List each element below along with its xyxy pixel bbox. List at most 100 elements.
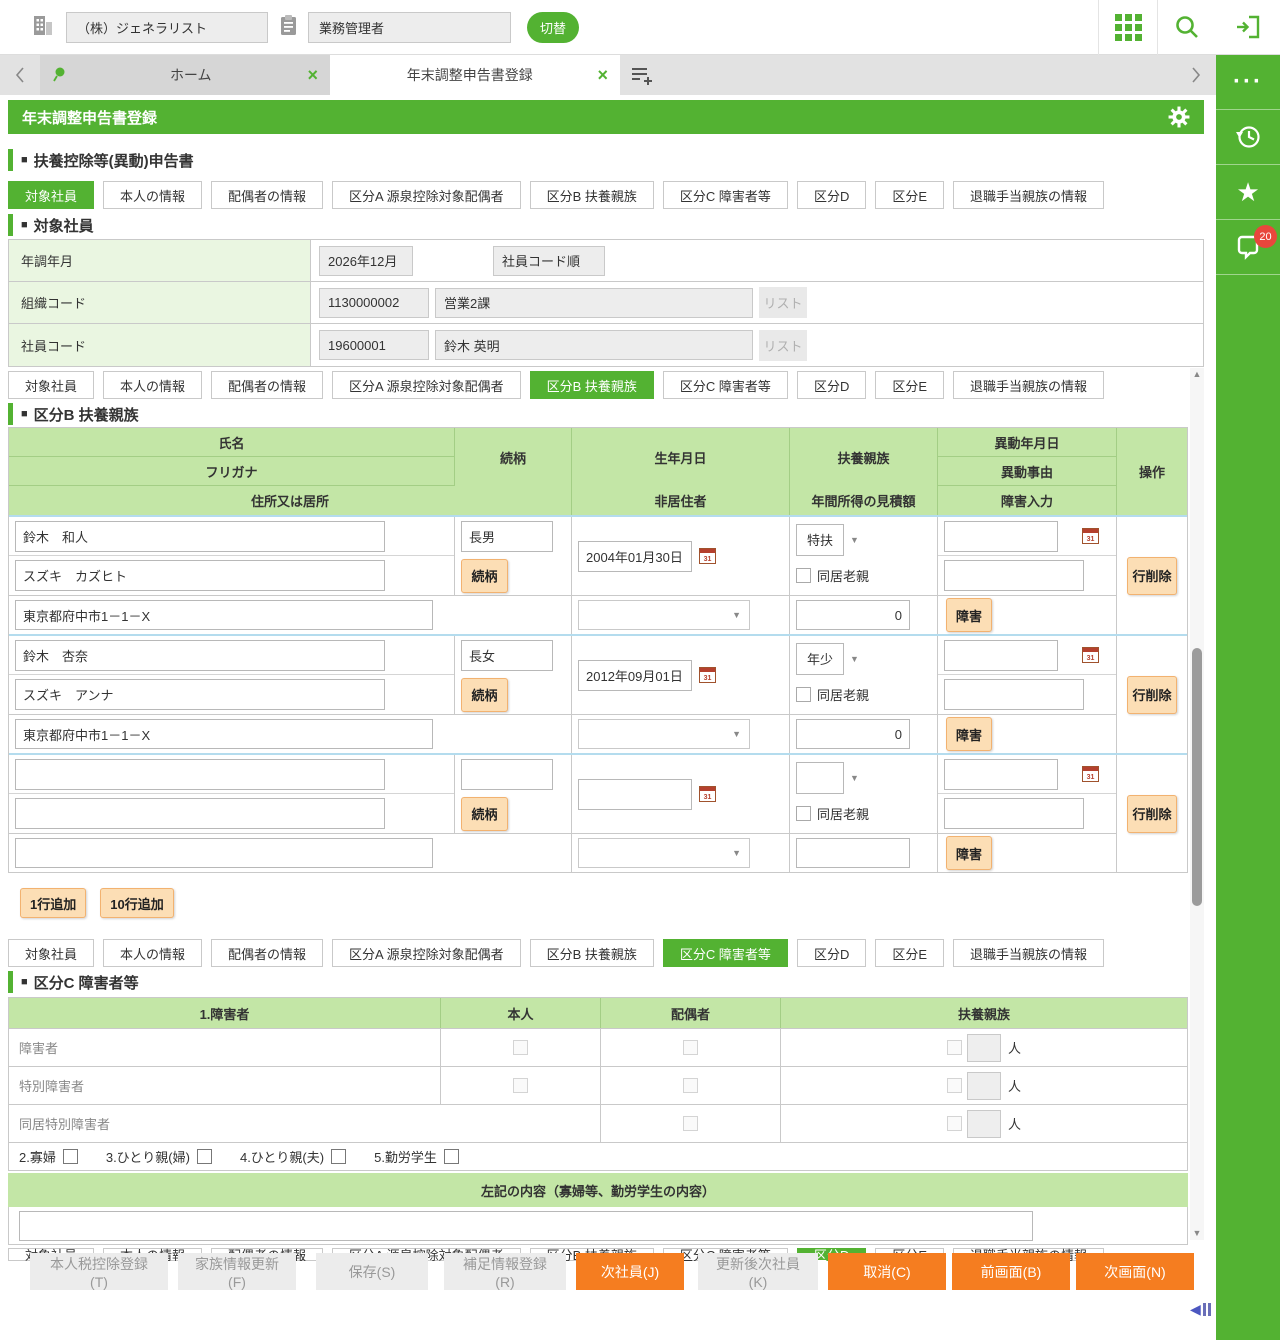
tab-nenmatsu[interactable]: 年末調整申告書登録 × bbox=[330, 55, 620, 95]
dependent-name-input[interactable] bbox=[15, 520, 385, 552]
calendar-icon[interactable] bbox=[699, 667, 716, 683]
birth-date-input[interactable] bbox=[578, 778, 692, 810]
spouse-special-disabled-checkbox[interactable] bbox=[683, 1078, 698, 1093]
birth-date-input[interactable] bbox=[578, 659, 692, 691]
org-code-input[interactable] bbox=[319, 287, 429, 318]
tab-kubun-b[interactable]: 区分B 扶養親族 bbox=[529, 371, 654, 399]
tab-honnin-joho[interactable]: 本人の情報 bbox=[103, 371, 203, 399]
tab-kubun-a[interactable]: 区分A 源泉控除対象配偶者 bbox=[332, 371, 521, 399]
tab-kubun-d[interactable]: 区分D bbox=[796, 371, 867, 399]
tab-kubun-e[interactable]: 区分E bbox=[875, 181, 944, 209]
tab-honnin-joho[interactable]: 本人の情報 bbox=[103, 939, 203, 967]
cohabit-elder-checkbox[interactable] bbox=[796, 687, 811, 702]
company-input[interactable] bbox=[66, 11, 268, 43]
content-scrollbar[interactable]: ▲ ▼ bbox=[1190, 368, 1204, 1240]
single-parent-m-checkbox[interactable] bbox=[331, 1149, 347, 1164]
scrollbar-thumb[interactable] bbox=[1192, 648, 1202, 906]
birth-date-input[interactable] bbox=[578, 540, 692, 572]
logout-icon[interactable] bbox=[1216, 0, 1280, 55]
add-ten-rows-button[interactable]: 10行追加 bbox=[100, 888, 174, 918]
year-month-input[interactable] bbox=[319, 245, 413, 276]
collapse-panel-icon[interactable]: ◀ bbox=[1190, 1302, 1211, 1316]
tab-taishoku[interactable]: 退職手当親族の情報 bbox=[953, 939, 1105, 967]
tab-kubun-c[interactable]: 区分C 障害者等 bbox=[662, 181, 788, 209]
family-info-update-button[interactable]: 家族情報更新(F) bbox=[178, 1253, 296, 1290]
income-input[interactable] bbox=[796, 838, 910, 868]
dependent-kana-input[interactable] bbox=[15, 798, 385, 829]
dependent-kana-input[interactable] bbox=[15, 679, 385, 710]
supplementary-info-button[interactable]: 補足情報登録(R) bbox=[444, 1253, 566, 1290]
cohabit-elder-checkbox[interactable] bbox=[796, 806, 811, 821]
switch-button[interactable]: 切替 bbox=[527, 11, 579, 43]
org-list-button[interactable]: リスト bbox=[759, 287, 807, 318]
scroll-down-icon[interactable]: ▼ bbox=[1190, 1227, 1204, 1240]
tab-honnin-joho[interactable]: 本人の情報 bbox=[103, 181, 203, 209]
relation-input[interactable] bbox=[461, 521, 553, 552]
tab-haigusha-joho[interactable]: 配偶者の情報 bbox=[211, 939, 324, 967]
notifications-button[interactable]: 20 bbox=[1216, 220, 1280, 275]
calendar-icon[interactable] bbox=[699, 786, 716, 802]
nonresident-select[interactable]: ▼ bbox=[578, 719, 750, 749]
search-icon[interactable] bbox=[1158, 7, 1216, 47]
more-menu-button[interactable]: ··· bbox=[1216, 55, 1280, 110]
tab-kubun-e[interactable]: 区分E bbox=[875, 939, 944, 967]
relation-picker-button[interactable]: 続柄 bbox=[461, 558, 508, 593]
settings-gear-icon[interactable] bbox=[1168, 106, 1190, 128]
change-reason-input[interactable] bbox=[944, 679, 1084, 710]
address-input[interactable] bbox=[15, 600, 433, 630]
role-input[interactable] bbox=[308, 11, 511, 43]
tab-kubun-a[interactable]: 区分A 源泉控除対象配偶者 bbox=[332, 939, 521, 967]
dependent-special-disabled-checkbox[interactable] bbox=[946, 1078, 962, 1093]
cohabit-elder-checkbox[interactable] bbox=[796, 568, 811, 583]
next-employee-button[interactable]: 次社員(J) bbox=[576, 1253, 684, 1290]
tab-kubun-b[interactable]: 区分B 扶養親族 bbox=[529, 181, 654, 209]
calendar-icon[interactable] bbox=[699, 548, 716, 564]
next-screen-button[interactable]: 次画面(N) bbox=[1076, 1253, 1194, 1290]
previous-screen-button[interactable]: 前画面(B) bbox=[952, 1253, 1070, 1290]
dependent-kana-input[interactable] bbox=[15, 560, 385, 591]
change-date-input[interactable] bbox=[944, 758, 1058, 790]
relation-picker-button[interactable]: 続柄 bbox=[461, 796, 508, 831]
tab-haigusha-joho[interactable]: 配偶者の情報 bbox=[211, 181, 324, 209]
emp-code-input[interactable] bbox=[319, 330, 429, 360]
emp-list-button[interactable]: リスト bbox=[759, 329, 807, 361]
org-name-input[interactable] bbox=[435, 287, 753, 318]
dependent-category-select[interactable]: 年少 ▼ bbox=[796, 642, 859, 675]
tab-kubun-c[interactable]: 区分C 障害者等 bbox=[662, 371, 788, 399]
address-input[interactable] bbox=[15, 838, 433, 868]
note-input[interactable] bbox=[19, 1210, 1033, 1241]
disability-button[interactable]: 障害 bbox=[946, 836, 992, 870]
self-disabled-checkbox[interactable] bbox=[513, 1040, 528, 1055]
tab-taisho-shain[interactable]: 対象社員 bbox=[8, 371, 95, 399]
address-input[interactable] bbox=[15, 719, 433, 749]
tab-kubun-d[interactable]: 区分D bbox=[796, 181, 867, 209]
tab-nenmatsu-close-icon[interactable]: × bbox=[597, 66, 608, 84]
tab-scroll-left-icon[interactable] bbox=[0, 55, 40, 95]
dependent-category-select[interactable]: 特扶 ▼ bbox=[796, 523, 859, 556]
relation-input[interactable] bbox=[461, 640, 553, 671]
widow-checkbox[interactable] bbox=[62, 1149, 78, 1164]
tab-kubun-a[interactable]: 区分A 源泉控除対象配偶者 bbox=[332, 181, 521, 209]
delete-row-button[interactable]: 行削除 bbox=[1127, 794, 1177, 833]
spouse-disabled-checkbox[interactable] bbox=[683, 1040, 698, 1055]
self-special-disabled-checkbox[interactable] bbox=[513, 1078, 528, 1093]
single-parent-f-checkbox[interactable] bbox=[196, 1149, 212, 1164]
tab-kubun-e[interactable]: 区分E bbox=[875, 371, 944, 399]
tab-taisho-shain[interactable]: 対象社員 bbox=[8, 939, 95, 967]
scroll-up-icon[interactable]: ▲ bbox=[1190, 368, 1204, 381]
tab-taisho-shain[interactable]: 対象社員 bbox=[8, 181, 95, 209]
emp-name-input[interactable] bbox=[435, 330, 753, 360]
income-input[interactable] bbox=[796, 600, 910, 630]
save-button[interactable]: 保存(S) bbox=[316, 1253, 428, 1290]
calendar-icon[interactable] bbox=[1082, 766, 1099, 782]
self-tax-deduction-button[interactable]: 本人税控除登録(T) bbox=[30, 1253, 168, 1290]
change-reason-input[interactable] bbox=[944, 798, 1084, 829]
relation-picker-button[interactable]: 続柄 bbox=[461, 677, 508, 712]
delete-row-button[interactable]: 行削除 bbox=[1127, 556, 1177, 595]
change-reason-input[interactable] bbox=[944, 560, 1084, 591]
apps-grid-icon[interactable] bbox=[1099, 7, 1157, 47]
disability-button[interactable]: 障害 bbox=[946, 598, 992, 632]
add-one-row-button[interactable]: 1行追加 bbox=[20, 888, 87, 918]
dependent-cohabit-special-checkbox[interactable] bbox=[946, 1116, 962, 1131]
dependent-name-input[interactable] bbox=[15, 639, 385, 671]
